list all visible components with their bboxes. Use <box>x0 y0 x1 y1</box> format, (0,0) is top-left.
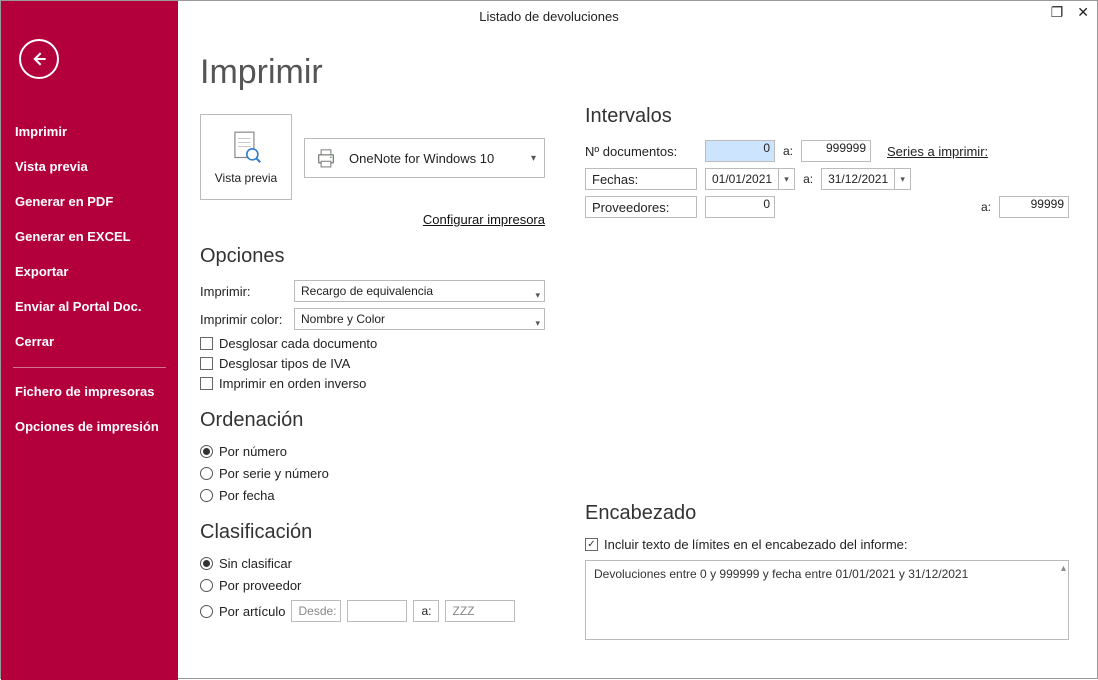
fechas-from-value: 01/01/2021 <box>706 172 778 186</box>
back-button[interactable] <box>19 39 59 79</box>
imprimir-label: Imprimir: <box>200 284 288 299</box>
sidebar-item-pdf[interactable]: Generar en PDF <box>1 184 178 219</box>
window-title: Listado de devoluciones <box>479 9 619 24</box>
radio-por-proveedor-label: Por proveedor <box>219 578 301 593</box>
radio-por-fecha[interactable] <box>200 489 213 502</box>
fechas-to-value: 31/12/2021 <box>822 172 894 186</box>
intervalos-heading: Intervalos <box>585 105 1069 128</box>
radio-por-numero-label: Por número <box>219 444 287 459</box>
fechas-from-input[interactable]: 01/01/2021 ▾ <box>705 168 795 190</box>
chk-orden-inverso-label: Imprimir en orden inverso <box>219 376 366 391</box>
prov-from-input[interactable]: 0 <box>705 196 775 218</box>
prov-a-label: a: <box>981 200 991 214</box>
chevron-down-icon[interactable]: ▾ <box>894 169 910 189</box>
sidebar-item-portal[interactable]: Enviar al Portal Doc. <box>1 289 178 324</box>
imprimir-color-select-value: Nombre y Color <box>301 312 385 326</box>
radio-por-serie-numero-label: Por serie y número <box>219 466 329 481</box>
radio-sin-clasificar[interactable] <box>200 557 213 570</box>
chk-orden-inverso[interactable] <box>200 377 213 390</box>
sidebar-item-exportar[interactable]: Exportar <box>1 254 178 289</box>
series-link[interactable]: Series a imprimir: <box>887 144 988 159</box>
preview-button[interactable]: Vista previa <box>200 114 292 200</box>
fechas-to-input[interactable]: 31/12/2021 ▾ <box>821 168 911 190</box>
sidebar-item-cerrar[interactable]: Cerrar <box>1 324 178 359</box>
printer-selector[interactable]: OneNote for Windows 10 ▾ <box>304 138 545 178</box>
clasif-desde-value[interactable] <box>347 600 407 622</box>
chk-desglosar-doc[interactable] <box>200 337 213 350</box>
ndoc-label: Nº documentos: <box>585 144 697 159</box>
radio-sin-clasificar-label: Sin clasificar <box>219 556 292 571</box>
prov-label-button[interactable]: Proveedores: <box>585 196 697 218</box>
opciones-heading: Opciones <box>200 245 545 268</box>
chevron-down-icon[interactable]: ▾ <box>778 169 794 189</box>
document-preview-icon <box>227 129 265 167</box>
fechas-label-button[interactable]: Fechas: <box>585 168 697 190</box>
sidebar-item-imprimir[interactable]: Imprimir <box>1 114 178 149</box>
radio-por-numero[interactable] <box>200 445 213 458</box>
sidebar-item-vista-previa[interactable]: Vista previa <box>1 149 178 184</box>
radio-por-serie-numero[interactable] <box>200 467 213 480</box>
sidebar-separator <box>13 367 166 368</box>
window-close-icon[interactable]: ✕ <box>1077 5 1089 19</box>
configure-printer-link[interactable]: Configurar impresora <box>200 212 545 227</box>
window-maximise-icon[interactable]: ❐ <box>1051 5 1064 19</box>
radio-por-proveedor[interactable] <box>200 579 213 592</box>
encabezado-heading: Encabezado <box>585 502 1069 525</box>
chk-desglosar-iva-label: Desglosar tipos de IVA <box>219 356 350 371</box>
imprimir-color-select[interactable]: Nombre y Color ▾ <box>294 308 545 330</box>
sidebar-item-fichero-impresoras[interactable]: Fichero de impresoras <box>1 374 178 409</box>
printer-icon <box>313 145 339 171</box>
clasif-a-label: a: <box>413 600 439 622</box>
prov-to-input[interactable]: 99999 <box>999 196 1069 218</box>
radio-por-articulo[interactable] <box>200 605 213 618</box>
chk-incluir-texto[interactable] <box>585 538 598 551</box>
encabezado-text-value: Devoluciones entre 0 y 999999 y fecha en… <box>594 567 968 581</box>
chevron-down-icon: ▾ <box>535 285 540 305</box>
fechas-a-label: a: <box>803 172 813 186</box>
chk-desglosar-iva[interactable] <box>200 357 213 370</box>
arrow-left-icon <box>29 49 49 69</box>
imprimir-select[interactable]: Recargo de equivalencia ▾ <box>294 280 545 302</box>
printer-name: OneNote for Windows 10 <box>349 151 494 166</box>
clasif-desde-input[interactable]: Desde: <box>291 600 341 622</box>
scroll-up-icon[interactable]: ▴ <box>1061 563 1066 574</box>
chevron-down-icon: ▾ <box>531 153 536 164</box>
chk-desglosar-doc-label: Desglosar cada documento <box>219 336 377 351</box>
sidebar-item-opciones-impresion[interactable]: Opciones de impresión <box>1 409 178 444</box>
imprimir-color-label: Imprimir color: <box>200 312 288 327</box>
ordenacion-heading: Ordenación <box>200 409 545 432</box>
chevron-down-icon: ▾ <box>535 313 540 333</box>
sidebar: Imprimir Vista previa Generar en PDF Gen… <box>1 1 178 680</box>
ndoc-to-input[interactable]: 999999 <box>801 140 871 162</box>
radio-por-articulo-label: Por artículo <box>219 604 285 619</box>
imprimir-select-value: Recargo de equivalencia <box>301 284 433 298</box>
ndoc-a-label: a: <box>783 144 793 158</box>
clasificacion-heading: Clasificación <box>200 521 545 544</box>
page-title: Imprimir <box>200 53 545 92</box>
encabezado-textarea[interactable]: Devoluciones entre 0 y 999999 y fecha en… <box>585 560 1069 640</box>
radio-por-fecha-label: Por fecha <box>219 488 275 503</box>
ndoc-from-input[interactable]: 0 <box>705 140 775 162</box>
chk-incluir-texto-label: Incluir texto de límites en el encabezad… <box>604 537 908 552</box>
sidebar-item-excel[interactable]: Generar en EXCEL <box>1 219 178 254</box>
clasif-hasta-input[interactable]: ZZZ <box>445 600 515 622</box>
preview-button-label: Vista previa <box>215 171 277 185</box>
